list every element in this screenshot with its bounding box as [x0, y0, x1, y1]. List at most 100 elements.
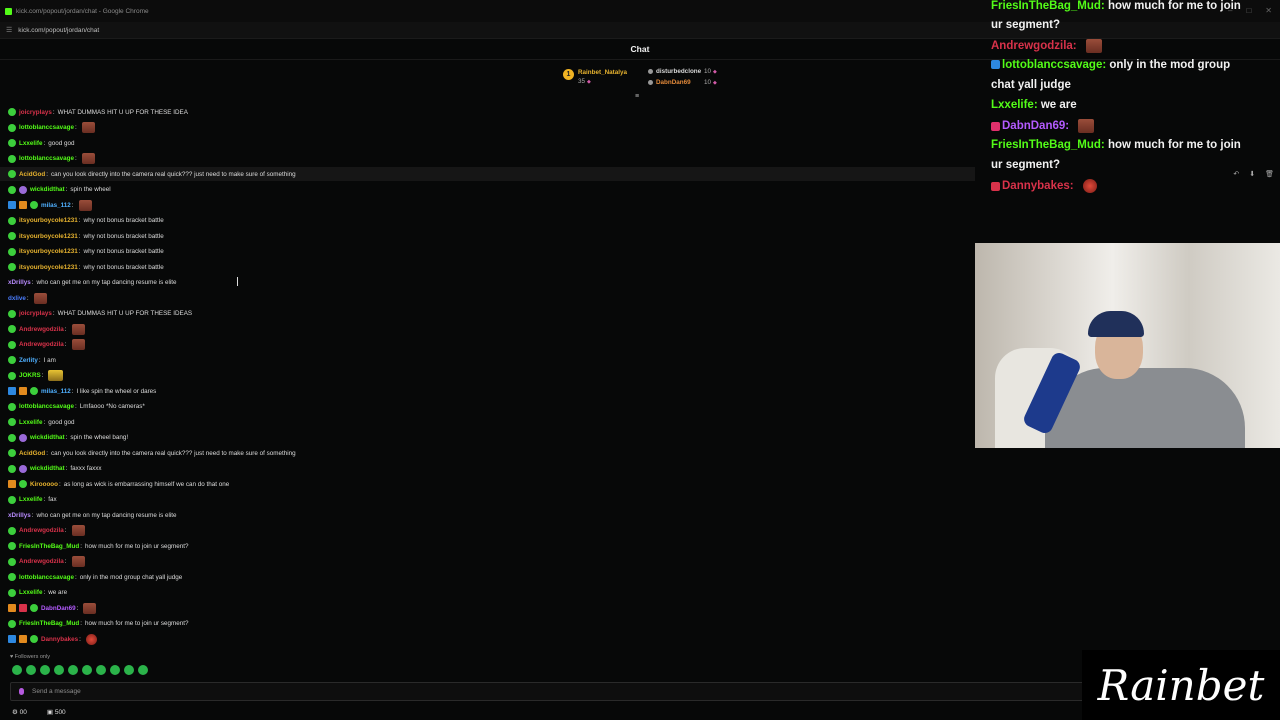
emote-icon[interactable]	[26, 665, 36, 675]
site-info-icon[interactable]: ☰	[6, 26, 12, 34]
chat-message[interactable]: Andrewgodzila:	[8, 555, 85, 569]
chat-input[interactable]: Send a message	[10, 682, 1084, 701]
chat-message[interactable]: Kirooooo: as long as wick is embarrassing…	[8, 477, 229, 491]
chat-message[interactable]: AcidGod: can you look directly into the c…	[0, 167, 975, 181]
chat-message[interactable]: Dannybakes:	[8, 632, 97, 646]
chat-message[interactable]: Zerlity: I am	[8, 353, 56, 367]
leaderboard-user[interactable]: disturbedclone	[648, 68, 701, 75]
chat-username[interactable]: FriesInTheBag_Mud	[19, 543, 79, 550]
chat-username[interactable]: dxlive	[8, 295, 26, 302]
url-text[interactable]: kick.com/popout/jordan/chat	[18, 27, 99, 34]
chat-message[interactable]: FriesInTheBag_Mud: how much for me to joi…	[8, 539, 189, 553]
chat-username[interactable]: Kirooooo	[30, 481, 58, 488]
emote-icon[interactable]	[82, 665, 92, 675]
emote-icon[interactable]	[110, 665, 120, 675]
chat-message[interactable]: AcidGod: can you look directly into the c…	[8, 446, 296, 460]
leaderboard-user[interactable]: DabnDan69	[648, 79, 691, 86]
chat-message-text: spin the wheel	[70, 186, 111, 193]
chat-username[interactable]: AcidGod	[19, 171, 45, 178]
emote-icon[interactable]	[138, 665, 148, 675]
points-counter[interactable]: ▣ 500	[47, 708, 66, 716]
chat-message[interactable]: JOKRS:	[8, 369, 64, 383]
chat-username[interactable]: DabnDan69	[41, 605, 76, 612]
chat-username[interactable]: Lxxelife	[19, 589, 42, 596]
chat-username[interactable]: Andrewgodzila	[19, 341, 64, 348]
chat-message[interactable]: joicryplays: WHAT DUMMAS HIT U UP FOR THE…	[8, 307, 192, 321]
chat-username[interactable]: Andrewgodzila	[19, 326, 64, 333]
emote-icon[interactable]	[12, 665, 22, 675]
chat-username[interactable]: JOKRS	[19, 372, 41, 379]
chat-message[interactable]: milas_112:	[8, 198, 92, 212]
chat-username[interactable]: lottoblanccsavage	[19, 574, 74, 581]
chat-username[interactable]: itsyourboycole1231	[19, 248, 78, 255]
chat-username[interactable]: itsyourboycole1231	[19, 264, 78, 271]
chat-username[interactable]: xDrillys	[8, 512, 31, 519]
emote-quickbar[interactable]	[12, 665, 148, 675]
chat-username[interactable]: Zerlity	[19, 357, 38, 364]
chat-username[interactable]: lottoblanccsavage	[19, 155, 74, 162]
microphone-icon[interactable]	[19, 688, 24, 695]
chat-message[interactable]: xDrillys: who can get me on my tap dancin…	[8, 276, 177, 290]
chat-username[interactable]: AcidGod	[19, 450, 45, 457]
chat-message[interactable]: wickdidthat: spin the wheel	[8, 183, 111, 197]
chat-message[interactable]: lottoblanccsavage:	[8, 152, 95, 166]
chat-username[interactable]: wickdidthat	[30, 434, 65, 441]
chat-input-placeholder[interactable]: Send a message	[32, 688, 81, 695]
chat-username[interactable]: xDrillys	[8, 279, 31, 286]
chat-message[interactable]: Lxxelife: good god	[8, 415, 74, 429]
green-badge-icon	[8, 619, 16, 628]
overlay-emote-icon	[1085, 39, 1102, 53]
chat-username[interactable]: FriesInTheBag_Mud	[19, 620, 79, 627]
emote-icon[interactable]	[68, 665, 78, 675]
username-separator: :	[74, 403, 77, 410]
chat-message-list[interactable]: joicryplays: WHAT DUMMAS HIT U UP FOR THE…	[0, 103, 975, 648]
chat-username[interactable]: Andrewgodzila	[19, 558, 64, 565]
chat-username[interactable]: Dannybakes	[41, 636, 78, 643]
chat-message[interactable]: DabnDan69:	[8, 601, 97, 615]
green-badge-icon	[8, 154, 16, 163]
chat-username[interactable]: milas_112	[41, 202, 71, 209]
chat-message[interactable]: Lxxelife: good god	[8, 136, 74, 150]
chat-message[interactable]: itsyourboycole1231: why not bonus bracket…	[8, 245, 164, 259]
chat-username[interactable]: milas_112	[41, 388, 71, 395]
emote-icon[interactable]	[124, 665, 134, 675]
emote-icon[interactable]	[40, 665, 50, 675]
chat-username[interactable]: lottoblanccsavage	[19, 403, 74, 410]
chat-username[interactable]: joicryplays	[19, 310, 52, 317]
chat-username[interactable]: Andrewgodzila	[19, 527, 64, 534]
settings-counter[interactable]: ⚙ 00	[12, 708, 27, 716]
gift-leaderboard[interactable]: 1 Rainbet_Natalya 35 ◆ disturbedclone 10 ◆…	[560, 66, 730, 96]
chat-message[interactable]: FriesInTheBag_Mud: how much for me to joi…	[8, 617, 189, 631]
chat-message[interactable]: Andrewgodzila:	[8, 322, 85, 336]
username-separator: :	[43, 496, 46, 503]
chat-message[interactable]: Lxxelife: fax	[8, 493, 57, 507]
emote-icon[interactable]	[54, 665, 64, 675]
chat-username[interactable]: lottoblanccsavage	[19, 124, 74, 131]
chat-message[interactable]: itsyourboycole1231: why not bonus bracket…	[8, 260, 164, 274]
chat-message[interactable]: Andrewgodzila:	[8, 338, 85, 352]
chat-username[interactable]: joicryplays	[19, 109, 52, 116]
chat-message[interactable]: lottoblanccsavage: only in the mod group …	[8, 570, 182, 584]
chat-message[interactable]: milas_112: I like spin the wheel or dares	[8, 384, 156, 398]
chat-message[interactable]: wickdidthat: spin the wheel bang!	[8, 431, 128, 445]
chat-username[interactable]: itsyourboycole1231	[19, 233, 78, 240]
chat-message[interactable]: Andrewgodzila:	[8, 524, 85, 538]
chat-username[interactable]: Lxxelife	[19, 419, 42, 426]
chat-username[interactable]: wickdidthat	[30, 186, 65, 193]
chat-username[interactable]: wickdidthat	[30, 465, 65, 472]
chat-message[interactable]: itsyourboycole1231: why not bonus bracket…	[8, 229, 164, 243]
chat-message[interactable]: Lxxelife: we are	[8, 586, 67, 600]
chat-message[interactable]: itsyourboycole1231: why not bonus bracket…	[8, 214, 164, 228]
chat-message[interactable]: wickdidthat: faxxx faxxx	[8, 462, 102, 476]
expand-leaderboard-icon[interactable]: ≡	[635, 93, 639, 100]
chat-username[interactable]: Lxxelife	[19, 140, 42, 147]
chat-message[interactable]: lottoblanccsavage:	[8, 121, 95, 135]
chat-message[interactable]: dxlive:	[8, 291, 47, 305]
leaderboard-user[interactable]: Rainbet_Natalya	[578, 69, 627, 76]
emote-icon[interactable]	[96, 665, 106, 675]
chat-message[interactable]: xDrillys: who can get me on my tap dancin…	[8, 508, 177, 522]
chat-message[interactable]: lottoblanccsavage: Lmfaooo *No cameras*	[8, 400, 145, 414]
chat-username[interactable]: itsyourboycole1231	[19, 217, 78, 224]
chat-message[interactable]: joicryplays: WHAT DUMMAS HIT U UP FOR THE…	[8, 105, 188, 119]
chat-username[interactable]: Lxxelife	[19, 496, 42, 503]
